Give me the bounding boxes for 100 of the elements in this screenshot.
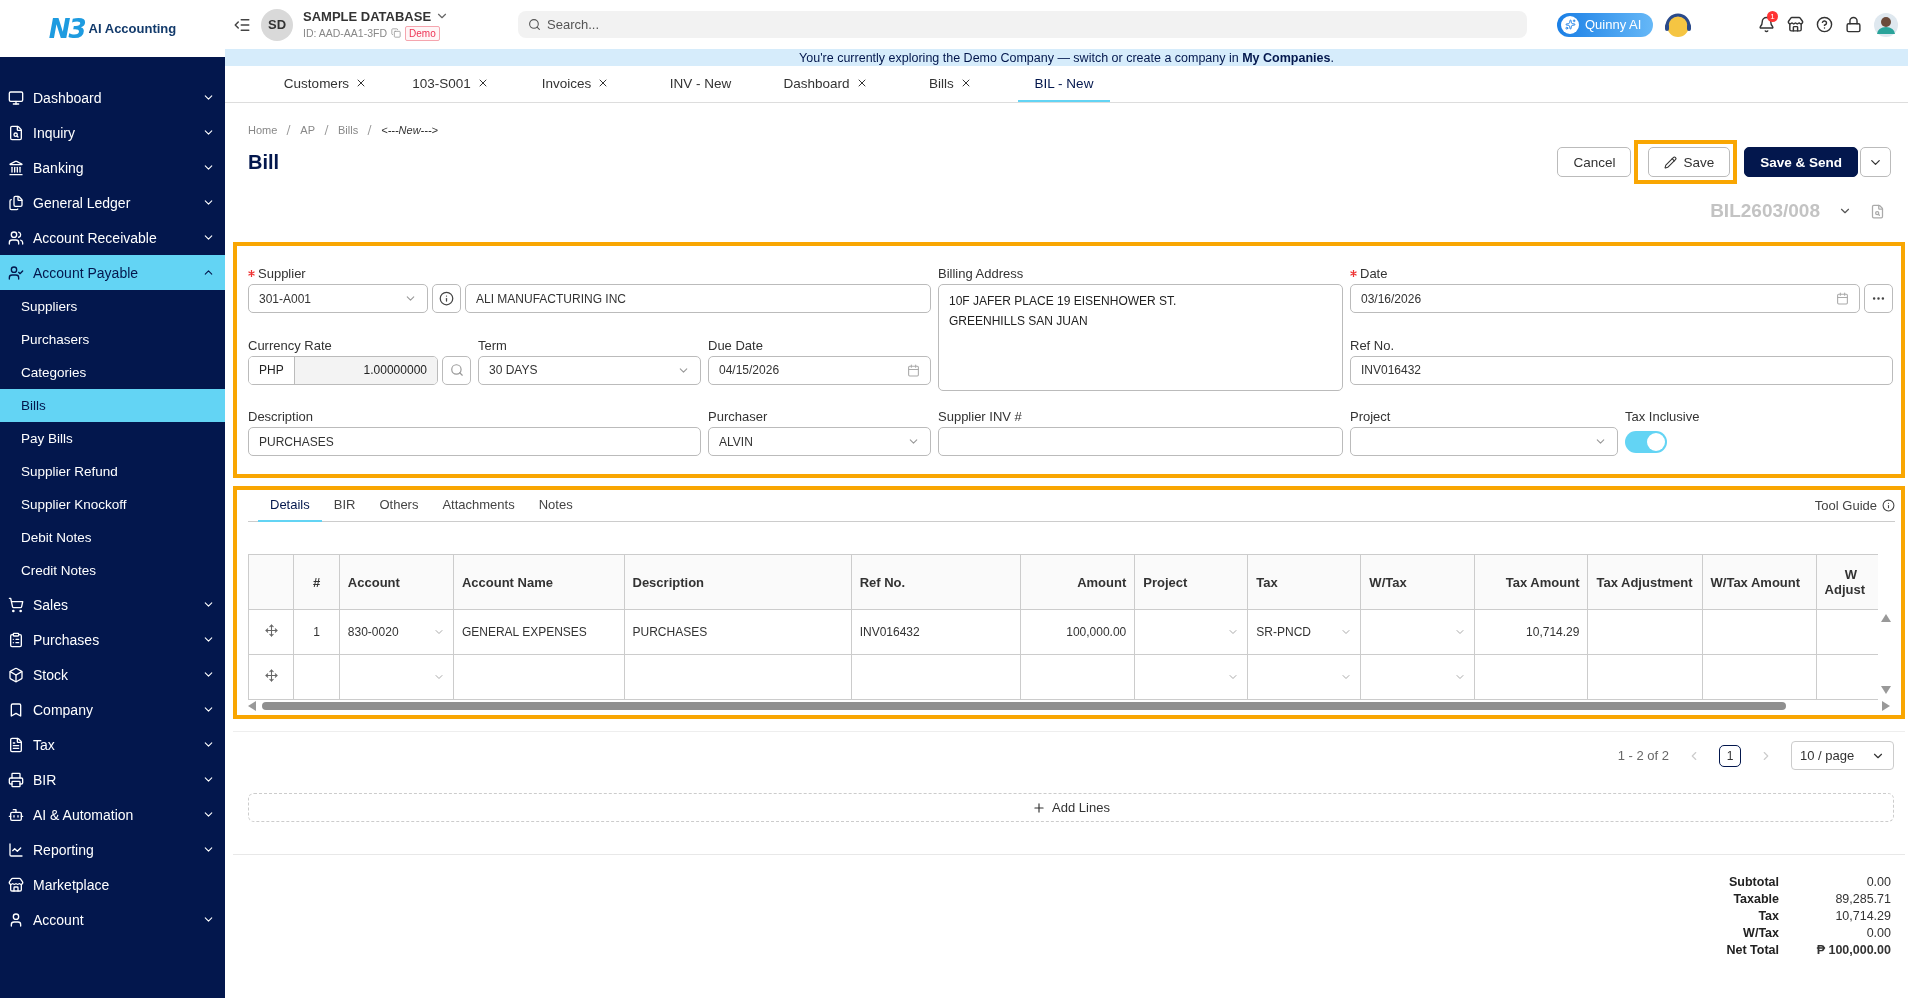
page-tab[interactable]: Bills [888,66,1013,102]
detail-tab[interactable]: BIR [321,489,368,522]
detail-tab[interactable]: Others [367,489,431,522]
search-button[interactable] [442,355,471,385]
sidebar-subitem[interactable]: Supplier Refund [0,455,225,488]
sidebar-subitem[interactable]: Credit Notes [0,554,225,587]
save-button[interactable]: Save [1648,147,1731,177]
field-label: Due Date [708,337,763,353]
detail-tab[interactable]: Notes [526,489,585,522]
sidebar-subitem[interactable]: Bills [0,389,225,422]
text-field[interactable] [938,427,1343,456]
more-button[interactable] [1864,284,1893,313]
page-tab[interactable]: Invoices [513,66,638,102]
line-chart-icon [8,841,24,858]
database-name[interactable]: SAMPLE DATABASE [303,8,432,24]
sidebar-subitem[interactable]: Categories [0,356,225,389]
sidebar-item[interactable]: Dashboard [0,80,225,115]
text-field[interactable]: INV016432 [1350,355,1893,385]
copy-icon[interactable] [391,28,402,38]
more-options-button[interactable] [1860,147,1891,177]
page-tab[interactable]: Customers [263,66,388,102]
sidebar-subitem[interactable]: Suppliers [0,290,225,323]
sidebar-subitem[interactable]: Debit Notes [0,521,225,554]
currency-rate-field[interactable]: PHP 1.00000000 [248,355,438,385]
document-search-icon[interactable] [1870,203,1885,219]
sidebar-item[interactable]: Account Payable [0,255,225,290]
sidebar-item[interactable]: Banking [0,150,225,185]
sidebar-item[interactable]: Stock [0,657,225,692]
store-icon[interactable] [1787,16,1804,33]
field-label: Billing Address [938,266,1024,281]
field-label: Term [478,337,507,353]
scroll-down-icon[interactable] [1881,686,1891,694]
demo-badge: Demo [405,25,440,41]
add-lines-button[interactable]: Add Lines [248,793,1894,822]
clipboard-icon [8,631,24,648]
table-cell: INV016432 [851,609,1021,655]
scroll-right-icon[interactable] [1882,701,1890,711]
sidebar-item[interactable]: General Ledger [0,185,225,220]
breadcrumb-link[interactable]: AP [300,124,316,136]
table-cell: 1 [293,609,340,655]
sidebar-item[interactable]: Reporting [0,832,225,867]
detail-tab[interactable]: Attachments [430,489,527,522]
info-button[interactable] [432,284,461,313]
sidebar-subitem[interactable]: Pay Bills [0,422,225,455]
separator-icon [367,125,373,135]
date-field[interactable]: 03/16/2026 [1350,284,1860,313]
page-tab[interactable]: 103-S001 [388,66,513,102]
sidebar-item[interactable]: AI & Automation [0,797,225,832]
sidebar-item[interactable]: Sales [0,587,225,622]
user-avatar[interactable] [1874,12,1898,37]
scroll-up-icon[interactable] [1881,614,1891,622]
select-field[interactable] [1350,427,1618,456]
scroll-left-icon[interactable] [248,701,256,711]
page-tab[interactable]: INV - New [638,66,763,102]
sidebar-item[interactable]: Account Receivable [0,220,225,255]
breadcrumb-link[interactable]: Home [248,124,278,136]
page-tab[interactable]: BIL - New [1018,66,1110,102]
sidebar-item[interactable]: Account [0,902,225,937]
detail-tab[interactable]: Details [258,489,322,522]
field-label: Supplier [258,266,306,281]
save-send-button[interactable]: Save & Send [1744,147,1858,177]
drag-handle-icon[interactable] [264,669,278,682]
sidebar-subitem[interactable]: Purchasers [0,323,225,356]
help-icon[interactable] [1816,16,1833,33]
store-icon [8,876,24,893]
bell-icon[interactable] [1758,16,1775,33]
sidebar-item[interactable]: Marketplace [0,867,225,902]
separator-icon [324,125,330,135]
text-field[interactable]: PURCHASES [248,427,701,456]
search-field[interactable]: Search... [518,11,1527,38]
supplier-code-select[interactable]: 301-A001 [248,284,428,313]
box-icon [8,666,24,683]
sidebar-subitem[interactable]: Supplier Knockoff [0,488,225,521]
supplier-name-field[interactable]: ALI MANUFACTURING INC [465,284,931,313]
sidebar-item[interactable]: Tax [0,727,225,762]
sidebar-item[interactable]: BIR [0,762,225,797]
breadcrumb-link[interactable]: Bills [338,124,359,136]
lock-icon[interactable] [1845,16,1862,33]
page-number[interactable]: 1 [1719,744,1741,767]
currency-code: PHP [249,356,295,384]
date-field[interactable]: 04/15/2026 [708,355,931,385]
sidebar-item[interactable]: Purchases [0,622,225,657]
page-size-select[interactable]: 10 / page [1791,741,1894,770]
total-label: Net Total [1726,943,1779,957]
drag-handle-icon[interactable] [264,624,278,637]
bookmark-icon [8,701,24,718]
column-header: Description [624,554,852,610]
document-search-icon [8,124,24,141]
tool-guide-link[interactable]: Tool Guide [1814,498,1895,513]
cancel-button[interactable]: Cancel [1557,147,1632,177]
sidebar-item[interactable]: Company [0,692,225,727]
toggle-switch[interactable] [1625,431,1667,453]
select-field[interactable]: 30 DAYS [478,355,701,385]
page-tab[interactable]: Dashboard [763,66,888,102]
sidebar-item[interactable]: Inquiry [0,115,225,150]
field-label: Date [1360,266,1388,281]
select-field[interactable]: ALVIN [708,427,931,456]
address-field[interactable]: 10F JAFER PLACE 19 EISENHOWER ST. GREENHILLS SAN JUAN [938,284,1343,391]
field-label: Ref No. [1350,337,1395,353]
horizontal-scrollbar[interactable] [248,700,1890,712]
